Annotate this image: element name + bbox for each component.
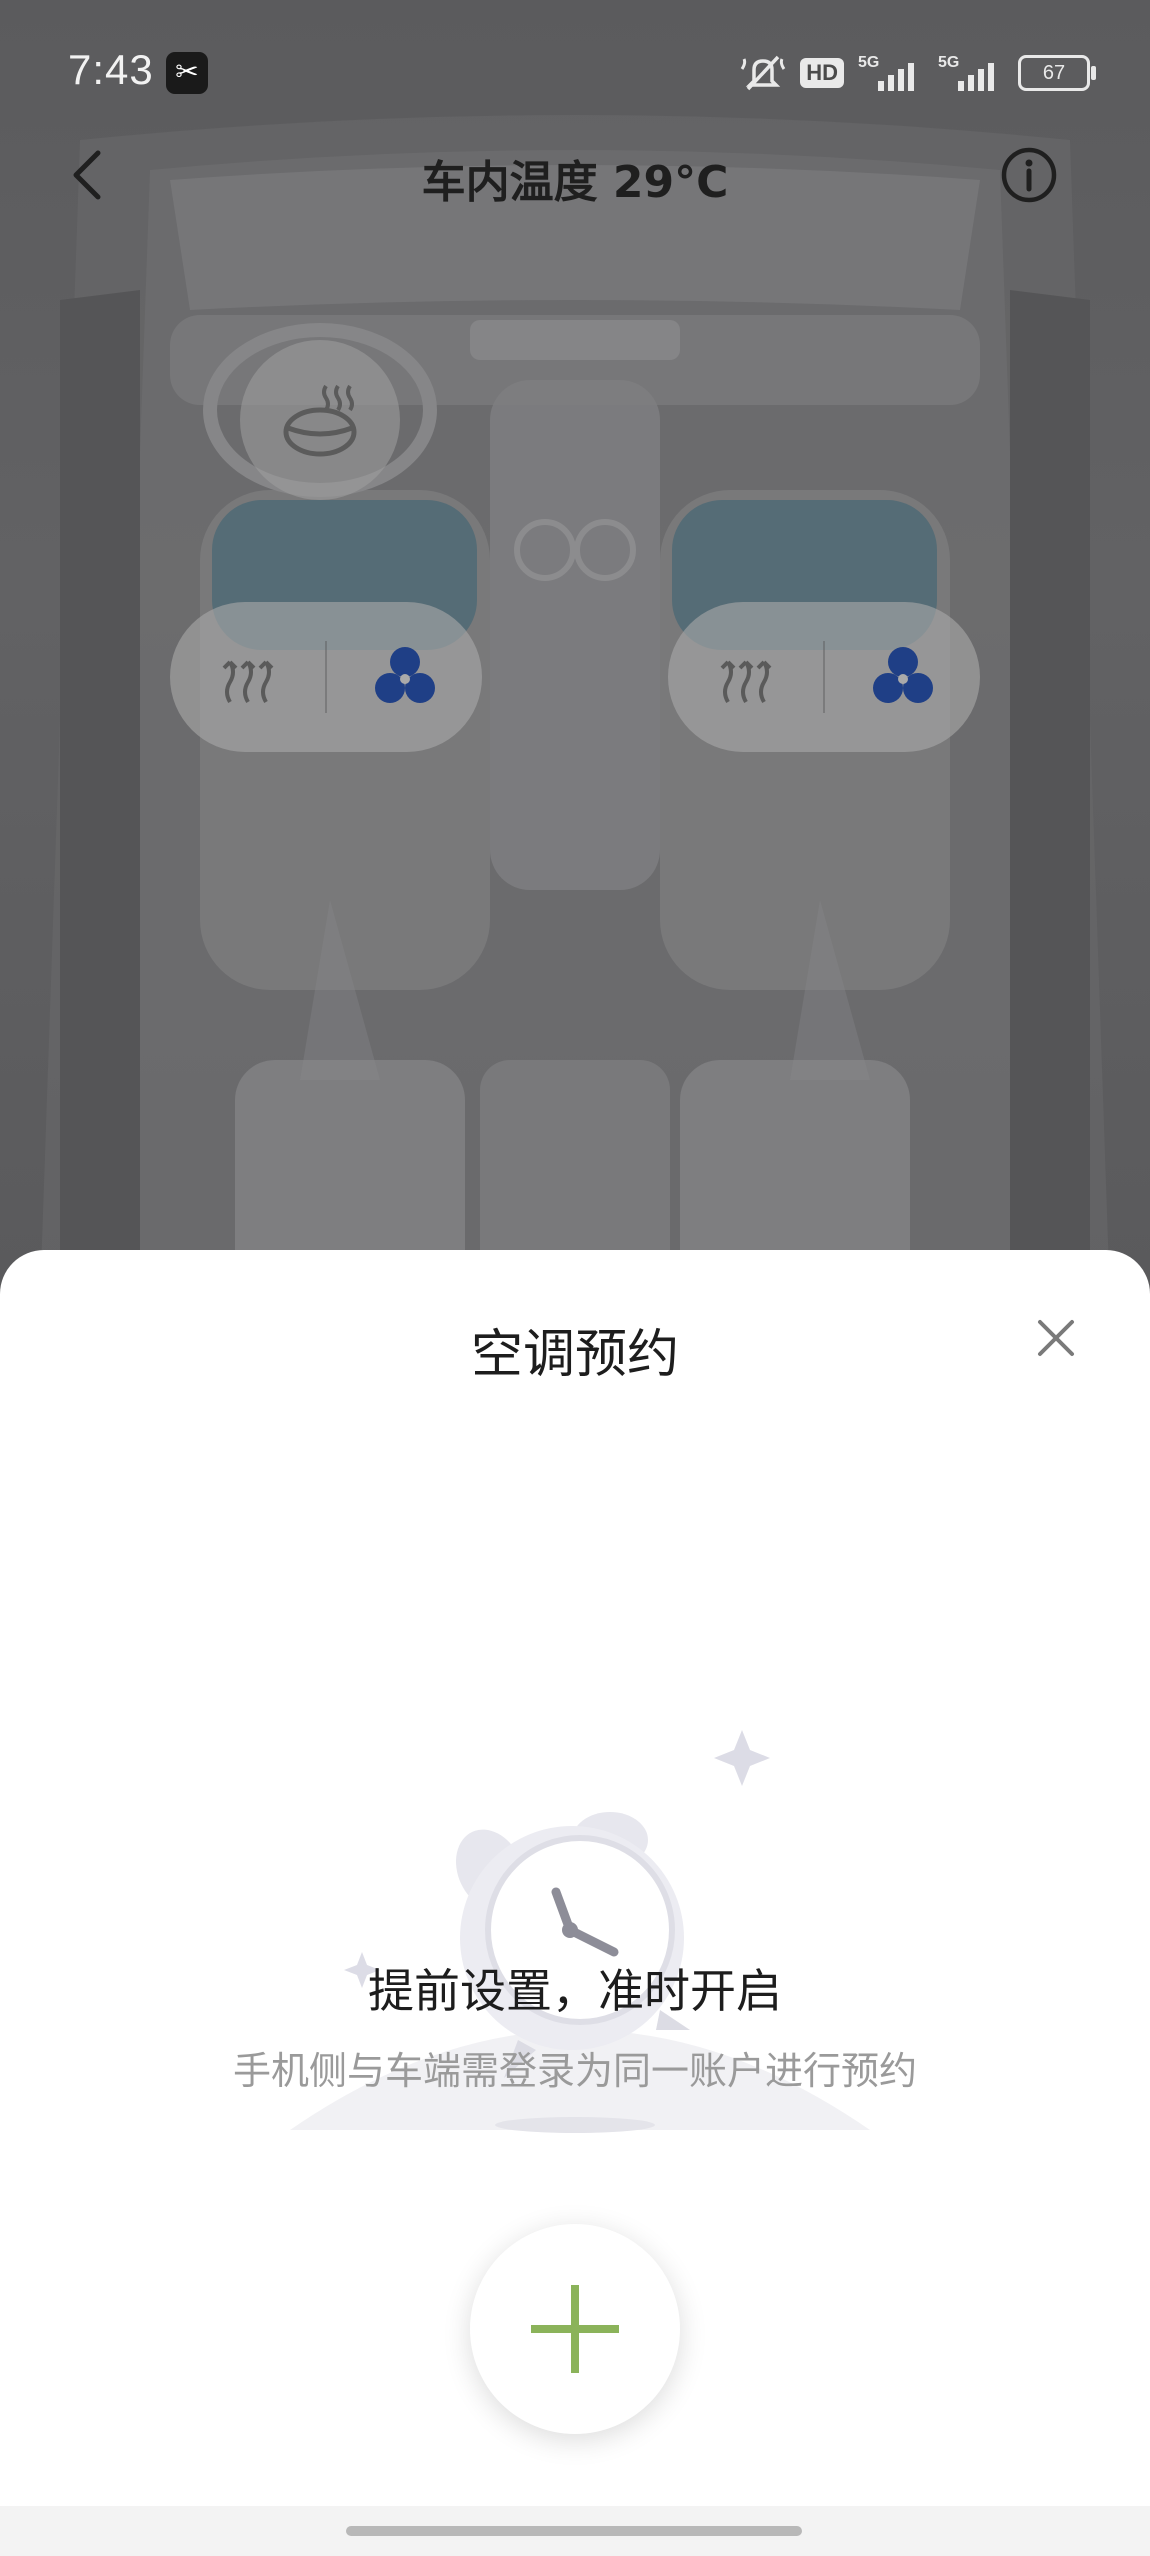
right-seat-heat-button[interactable]: [668, 602, 823, 752]
fan-icon: [872, 647, 933, 703]
plus-icon: [531, 2285, 619, 2373]
info-button[interactable]: [1000, 146, 1058, 204]
status-time: 7:43: [68, 46, 154, 93]
signal-label-2: 5G: [938, 54, 959, 71]
ac-schedule-sheet: 空调预约 提前设置，准时开启 手机侧与车端需登录为同一账户进行预约: [0, 1250, 1150, 2506]
app-notification-icon: ✂: [166, 52, 208, 94]
signal-5g-icon-2: 5G: [938, 53, 1004, 93]
left-seat-controls: [170, 602, 482, 752]
right-seat-fan-button[interactable]: [825, 602, 980, 752]
left-seat-fan-button[interactable]: [327, 602, 482, 752]
sheet-title: 空调预约: [470, 1325, 679, 1385]
info-circle-icon: [1001, 147, 1057, 203]
seat-heat-icon: [222, 660, 273, 704]
empty-state-description: 手机侧与车端需登录为同一账户进行预约: [232, 2049, 917, 2093]
status-icons: HD 5G 5G 67: [740, 50, 1096, 96]
steering-wheel-heat-icon: [283, 384, 357, 457]
close-button[interactable]: [1030, 1312, 1082, 1364]
close-icon: [1038, 1320, 1074, 1356]
signal-5g-icon-1: 5G: [858, 53, 924, 93]
battery-indicator: 67: [1018, 55, 1096, 91]
signal-label-1: 5G: [858, 54, 879, 71]
fan-icon: [374, 647, 435, 703]
home-indicator[interactable]: [346, 2526, 802, 2536]
right-seat-controls: [668, 602, 980, 752]
system-navigation-bar: [0, 2506, 1150, 2556]
hd-voice-icon: HD: [800, 58, 844, 88]
silent-mode-icon: [740, 53, 786, 93]
left-seat-heat-button[interactable]: [170, 602, 325, 752]
page-title: 车内温度 29°C: [421, 157, 729, 208]
empty-state-headline: 提前设置，准时开启: [368, 1964, 782, 2018]
status-bar: 7:43 ✂ HD 5G 5G 67: [0, 0, 1150, 140]
add-schedule-button[interactable]: [470, 2224, 680, 2434]
seat-heat-icon: [720, 660, 771, 704]
steering-wheel-heat-button[interactable]: [240, 340, 400, 500]
